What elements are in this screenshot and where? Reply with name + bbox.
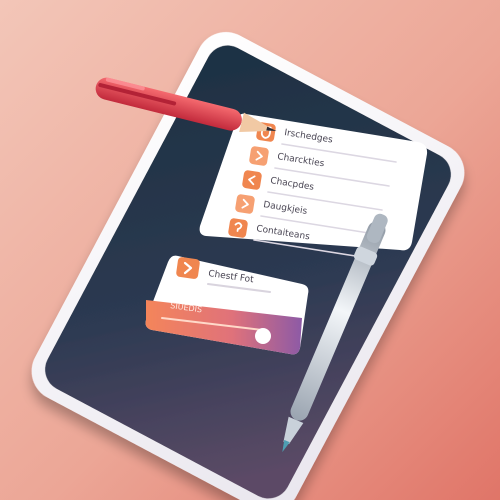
illustration-scene: Irschedges Charckties Chacpdes Daugkjeis Con… [0,0,500,500]
notification-icon-box [176,257,200,279]
checklist-icon-box [249,146,269,166]
checklist-icon-box [228,218,248,238]
checklist-icon-box [242,170,262,190]
checklist-icon-box [235,194,255,214]
tablet-illustration: IrschedgesCharcktiesChacpdesDaugkjeisCon… [0,0,500,500]
toggle-knob [255,328,271,344]
